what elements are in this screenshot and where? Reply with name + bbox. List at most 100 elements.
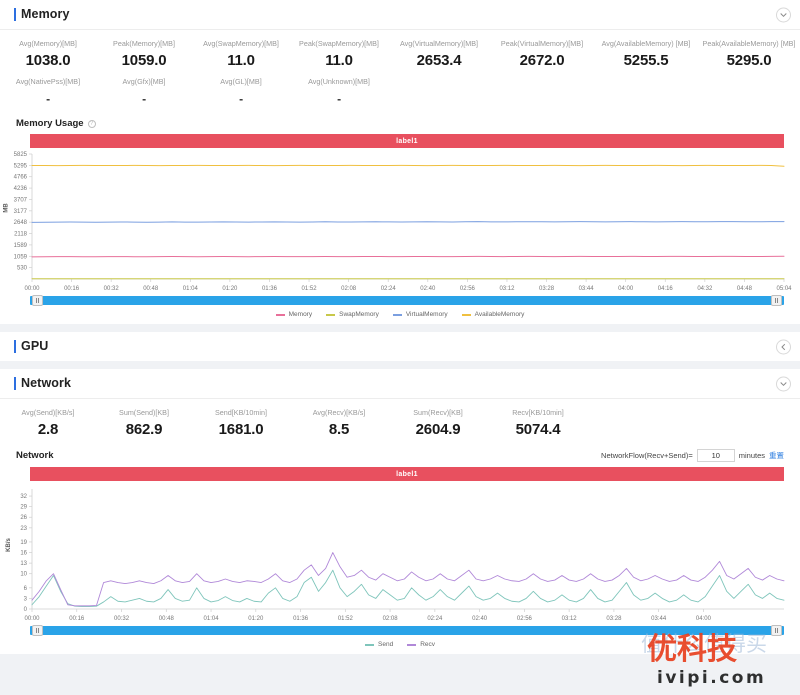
stat-avg-recv: Avg(Recv)[KB/s] 8.5 <box>290 407 388 441</box>
legend-item-send[interactable]: Send <box>365 641 393 648</box>
stat-label: Send[KB/10min] <box>215 408 267 417</box>
stat-peak-virtualmemory: Peak(VirtualMemory)[MB] 2672.0 <box>490 38 594 72</box>
svg-text:13: 13 <box>20 561 27 567</box>
network-stats-row-1: Avg(Send)[KB/s] 2.8 Sum(Send)[KB] 862.9 … <box>0 407 800 441</box>
stat-avg-availablememory: Avg(AvailableMemory) [MB] 5255.5 <box>594 38 698 72</box>
svg-text:1059: 1059 <box>14 254 28 260</box>
svg-text:2648: 2648 <box>14 220 28 226</box>
svg-text:2118: 2118 <box>14 232 28 238</box>
svg-text:01:36: 01:36 <box>262 286 278 292</box>
stat-avg-gl: Avg(GL)[MB] - <box>192 76 290 110</box>
svg-text:03:28: 03:28 <box>539 286 555 292</box>
network-flow-input[interactable] <box>696 449 735 462</box>
stat-sum-recv: Sum(Recv)[KB] 2604.9 <box>388 407 488 441</box>
svg-text:02:40: 02:40 <box>472 616 488 622</box>
stat-value: - <box>46 92 50 106</box>
watermark-domain: ivipi.com <box>657 668 766 688</box>
network-chart-block: Network NetworkFlow(Recv+Send)= minutes … <box>0 445 800 654</box>
network-collapse-button[interactable] <box>776 376 791 391</box>
legend-item-virtualmemory[interactable]: VirtualMemory <box>392 311 448 318</box>
memory-scroll-handle-right[interactable] <box>771 295 782 306</box>
legend-swatch-availablememory <box>461 313 471 316</box>
svg-text:19: 19 <box>20 540 27 546</box>
svg-text:00:32: 00:32 <box>114 616 130 622</box>
legend-item-swapmemory[interactable]: SwapMemory <box>326 311 379 318</box>
network-chart-legend: Send Recv <box>0 635 800 648</box>
memory-stats-row-1: Avg(Memory)[MB] 1038.0 Peak(Memory)[MB] … <box>0 38 800 72</box>
legend-item-availablememory[interactable]: AvailableMemory <box>461 311 524 318</box>
memory-scroll-handle-left[interactable] <box>32 295 43 306</box>
stat-value: 1681.0 <box>218 421 264 438</box>
stat-value: 2672.0 <box>519 52 565 69</box>
legend-item-memory[interactable]: Memory <box>275 311 313 318</box>
memory-stats: Avg(Memory)[MB] 1038.0 Peak(Memory)[MB] … <box>0 30 800 114</box>
svg-text:00:16: 00:16 <box>69 616 85 622</box>
network-flow-controls: NetworkFlow(Recv+Send)= minutes 重置 <box>601 449 784 462</box>
memory-usage-chart-header: Memory Usage ? <box>0 114 800 134</box>
stat-label: Avg(Memory)[MB] <box>19 39 77 48</box>
memory-panel-title: Memory <box>21 7 70 22</box>
stat-avg-virtualmemory: Avg(VirtualMemory)[MB] 2653.4 <box>388 38 490 72</box>
network-y-axis-title: KB/s <box>5 538 12 552</box>
svg-text:32: 32 <box>20 494 27 500</box>
stat-label: Recv[KB/10min] <box>512 408 564 417</box>
svg-text:02:24: 02:24 <box>427 616 443 622</box>
svg-text:01:52: 01:52 <box>338 616 354 622</box>
legend-label: Recv <box>420 641 435 648</box>
svg-text:1589: 1589 <box>14 243 28 249</box>
svg-text:4766: 4766 <box>14 175 28 181</box>
stat-value: - <box>337 92 341 106</box>
stat-avg-send: Avg(Send)[KB/s] 2.8 <box>0 407 96 441</box>
legend-swatch-memory <box>275 313 285 316</box>
stat-value: 1059.0 <box>121 52 167 69</box>
legend-item-recv[interactable]: Recv <box>407 641 435 648</box>
network-scroll-handle-right[interactable] <box>771 625 782 636</box>
svg-text:04:16: 04:16 <box>658 286 674 292</box>
stat-value: 2653.4 <box>416 52 462 69</box>
svg-text:02:56: 02:56 <box>517 616 533 622</box>
network-flow-plot[interactable]: 32 29 26 23 19 16 13 10 6 3 0 00:00 00:16 00:32 00:48 0… <box>0 483 800 625</box>
gpu-panel-header: GPU <box>0 332 800 361</box>
panel-gap-1 <box>0 324 800 332</box>
legend-swatch-swapmemory <box>326 313 336 316</box>
network-chart-label-text: label1 <box>396 470 418 478</box>
memory-title-accent-bar <box>14 8 16 21</box>
legend-label: Send <box>378 641 394 648</box>
chevron-down-icon <box>780 381 787 386</box>
svg-text:16: 16 <box>20 551 27 557</box>
memory-chart-legend: Memory SwapMemory VirtualMemory Availabl… <box>0 305 800 318</box>
memory-usage-chart-title: Memory Usage <box>16 118 84 129</box>
info-icon[interactable]: ? <box>87 119 96 128</box>
gpu-collapse-button[interactable] <box>776 339 791 354</box>
memory-usage-plot[interactable]: 5825 5295 4766 4236 3707 3177 2648 2118 1589 1059… <box>0 150 800 295</box>
svg-text:02:08: 02:08 <box>383 616 399 622</box>
legend-label: VirtualMemory <box>405 311 448 318</box>
gpu-title-accent-bar <box>14 340 16 353</box>
stat-label: Avg(Send)[KB/s] <box>21 408 75 417</box>
svg-text:6: 6 <box>24 586 28 592</box>
network-scroll-handle-left[interactable] <box>32 625 43 636</box>
memory-chart-scrollbar[interactable] <box>30 295 784 306</box>
stat-value: 2.8 <box>37 421 59 438</box>
memory-stats-row-2: Avg(NativePss)[MB] - Avg(Gfx)[MB] - Avg(… <box>0 76 800 110</box>
legend-label: Memory <box>288 311 313 318</box>
svg-text:10: 10 <box>20 572 27 578</box>
network-plot-wrap: KB/s 32 29 26 23 19 16 13 10 6 3 0 00:00 00:16 00:32 0… <box>0 483 800 625</box>
svg-text:29: 29 <box>20 505 27 511</box>
stat-value: 5255.5 <box>623 52 669 69</box>
memory-plot-wrap: MB 5825 5295 4766 4236 3707 3177 2648 2118 1589 1… <box>0 150 800 295</box>
stat-label: Avg(Unknown)[MB] <box>308 77 370 86</box>
network-flow-reset-link[interactable]: 重置 <box>769 450 784 461</box>
svg-text:3177: 3177 <box>14 209 28 215</box>
stat-sum-send: Sum(Send)[KB] 862.9 <box>96 407 192 441</box>
network-chart-scrollbar[interactable] <box>30 625 784 636</box>
stat-peak-swapmemory: Peak(SwapMemory)[MB] 11.0 <box>290 38 388 72</box>
svg-text:00:48: 00:48 <box>159 616 175 622</box>
network-title-accent-bar <box>14 377 16 390</box>
svg-text:04:48: 04:48 <box>737 286 753 292</box>
svg-text:00:00: 00:00 <box>24 616 40 622</box>
memory-collapse-button[interactable] <box>776 7 791 22</box>
stat-avg-gfx: Avg(Gfx)[MB] - <box>96 76 192 110</box>
svg-text:02:08: 02:08 <box>341 286 357 292</box>
svg-text:00:48: 00:48 <box>143 286 159 292</box>
